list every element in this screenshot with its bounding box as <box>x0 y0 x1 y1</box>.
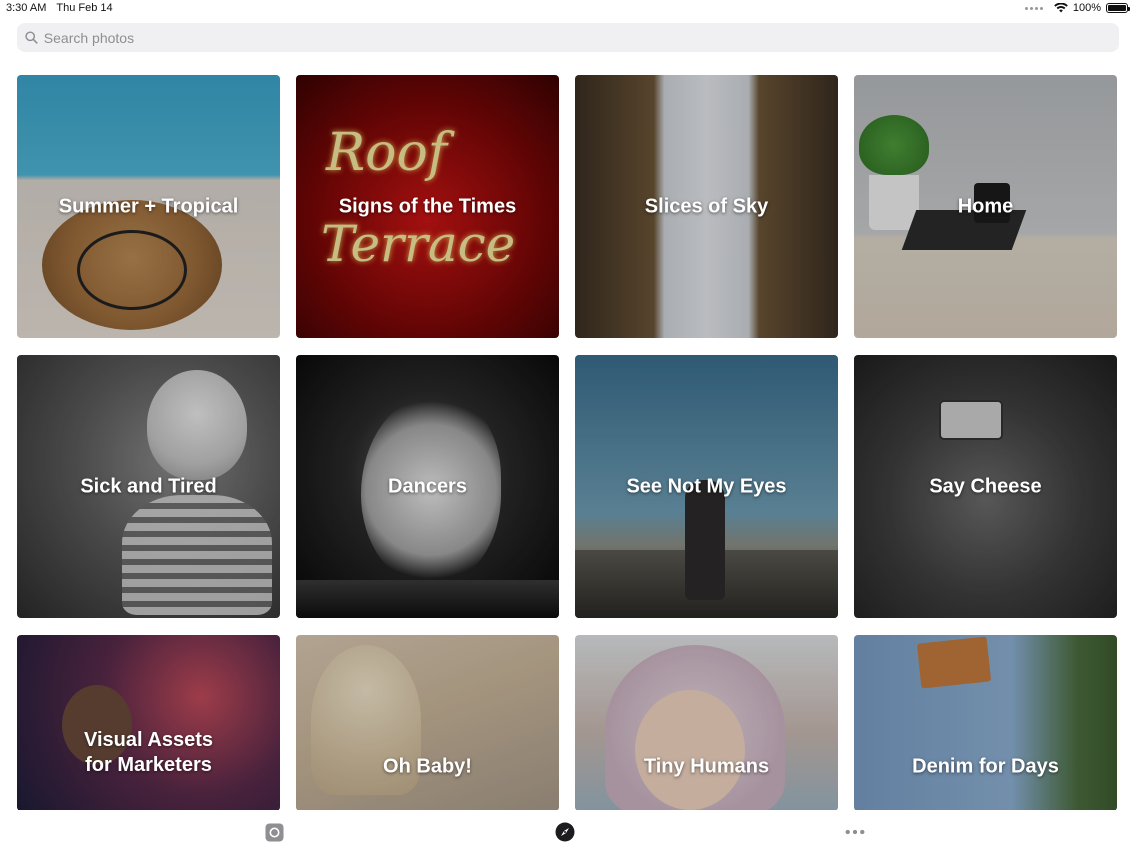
collection-tile-oh-baby[interactable]: Oh Baby! <box>296 635 559 811</box>
collection-title: Visual Assets for Marketers <box>84 729 213 776</box>
multitasking-dots-icon <box>1024 6 1043 10</box>
collection-tile-say-cheese[interactable]: Say Cheese <box>854 355 1117 618</box>
status-bar: 3:30 AM Thu Feb 14 100% <box>0 0 1136 18</box>
tab-photos[interactable] <box>264 822 284 842</box>
collection-tile-see-not-my-eyes[interactable]: See Not My Eyes <box>575 355 838 618</box>
collection-tile-summer-tropical[interactable]: Summer + Tropical <box>17 75 280 338</box>
status-date: Thu Feb 14 <box>56 2 113 14</box>
collection-title: See Not My Eyes <box>626 475 787 497</box>
collection-tile-signs-of-the-times[interactable]: Roof Terrace Signs of the Times <box>296 75 559 338</box>
collection-tile-home[interactable]: Home <box>854 75 1117 338</box>
tab-explore[interactable] <box>555 822 575 842</box>
collection-tile-dancers[interactable]: Dancers <box>296 355 559 618</box>
collection-title: Summer + Tropical <box>58 195 239 217</box>
tile-shade <box>17 635 280 811</box>
battery-icon <box>1106 3 1130 13</box>
collection-tile-visual-assets[interactable]: Visual Assets for Marketers <box>17 635 280 811</box>
battery-percent: 100% <box>1072 2 1101 14</box>
collections-grid: Summer + Tropical Roof Terrace Signs of … <box>17 75 1118 811</box>
status-time: 3:30 AM <box>6 2 47 14</box>
collection-title: Oh Baby! <box>383 755 472 778</box>
more-icon <box>845 829 865 835</box>
collection-title: Home <box>957 195 1014 217</box>
search-input[interactable] <box>43 29 1119 46</box>
compass-icon <box>555 822 575 842</box>
collection-title: Dancers <box>388 475 467 497</box>
collection-title: Tiny Humans <box>643 755 770 778</box>
tab-more[interactable] <box>845 822 865 842</box>
tile-shade <box>854 635 1117 811</box>
tile-shade <box>296 635 559 811</box>
tab-bar <box>0 810 1136 852</box>
collection-title: Signs of the Times <box>338 195 517 217</box>
search-bar[interactable] <box>17 23 1119 52</box>
tile-shade <box>575 635 838 811</box>
collection-tile-sick-and-tired[interactable]: Sick and Tired <box>17 355 280 618</box>
collection-title: Denim for Days <box>912 755 1059 778</box>
search-icon <box>25 31 38 44</box>
collection-tile-slices-of-sky[interactable]: Slices of Sky <box>575 75 838 338</box>
collection-title: Slices of Sky <box>644 195 769 217</box>
photos-icon <box>265 823 283 841</box>
collection-title: Sick and Tired <box>80 475 217 497</box>
collection-title: Say Cheese <box>929 475 1042 497</box>
wifi-icon <box>1054 3 1068 13</box>
collection-tile-tiny-humans[interactable]: Tiny Humans <box>575 635 838 811</box>
collection-tile-denim-for-days[interactable]: Denim for Days <box>854 635 1117 811</box>
